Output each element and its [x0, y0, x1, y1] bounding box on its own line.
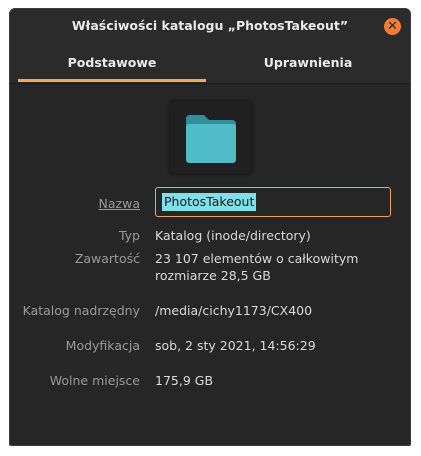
type-label: Typ — [118, 228, 140, 243]
title-bar: Właściwości katalogu „PhotosTakeout” ✕ — [10, 9, 410, 45]
modified-label: Modyfikacja — [65, 338, 140, 353]
name-field-value: PhotosTakeout — [162, 193, 257, 211]
tab-permissions[interactable]: Uprawnienia — [210, 45, 406, 83]
name-field[interactable]: PhotosTakeout — [155, 187, 391, 217]
name-label-text: Nazwa — [98, 196, 140, 211]
properties-dialog: Właściwości katalogu „PhotosTakeout” ✕ P… — [9, 8, 411, 446]
modified-value: sob, 2 sty 2021, 14:56:29 — [155, 338, 316, 353]
name-label: Nazwa — [99, 196, 140, 211]
contents-label: Zawartość — [74, 251, 140, 266]
tab-bar: Podstawowe Uprawnienia — [10, 45, 410, 84]
close-button[interactable]: ✕ — [384, 18, 401, 35]
parent-value: /media/cichy1173/CX400 — [155, 303, 313, 318]
active-tab-indicator — [18, 79, 206, 82]
type-value: Katalog (inode/directory) — [155, 228, 311, 243]
free-space-label: Wolne miejsce — [49, 373, 140, 388]
free-space-value: 175,9 GB — [155, 373, 214, 388]
contents-value-line2: rozmiarze 28,5 GB — [155, 268, 271, 283]
parent-label: Katalog nadrzędny — [22, 303, 140, 318]
tab-basic[interactable]: Podstawowe — [18, 45, 206, 83]
dialog-title: Właściwości katalogu „PhotosTakeout” — [71, 18, 349, 33]
folder-icon-frame — [170, 101, 252, 174]
folder-icon — [186, 115, 236, 163]
contents-value-line1: 23 107 elementów o całkowitym — [155, 251, 359, 266]
